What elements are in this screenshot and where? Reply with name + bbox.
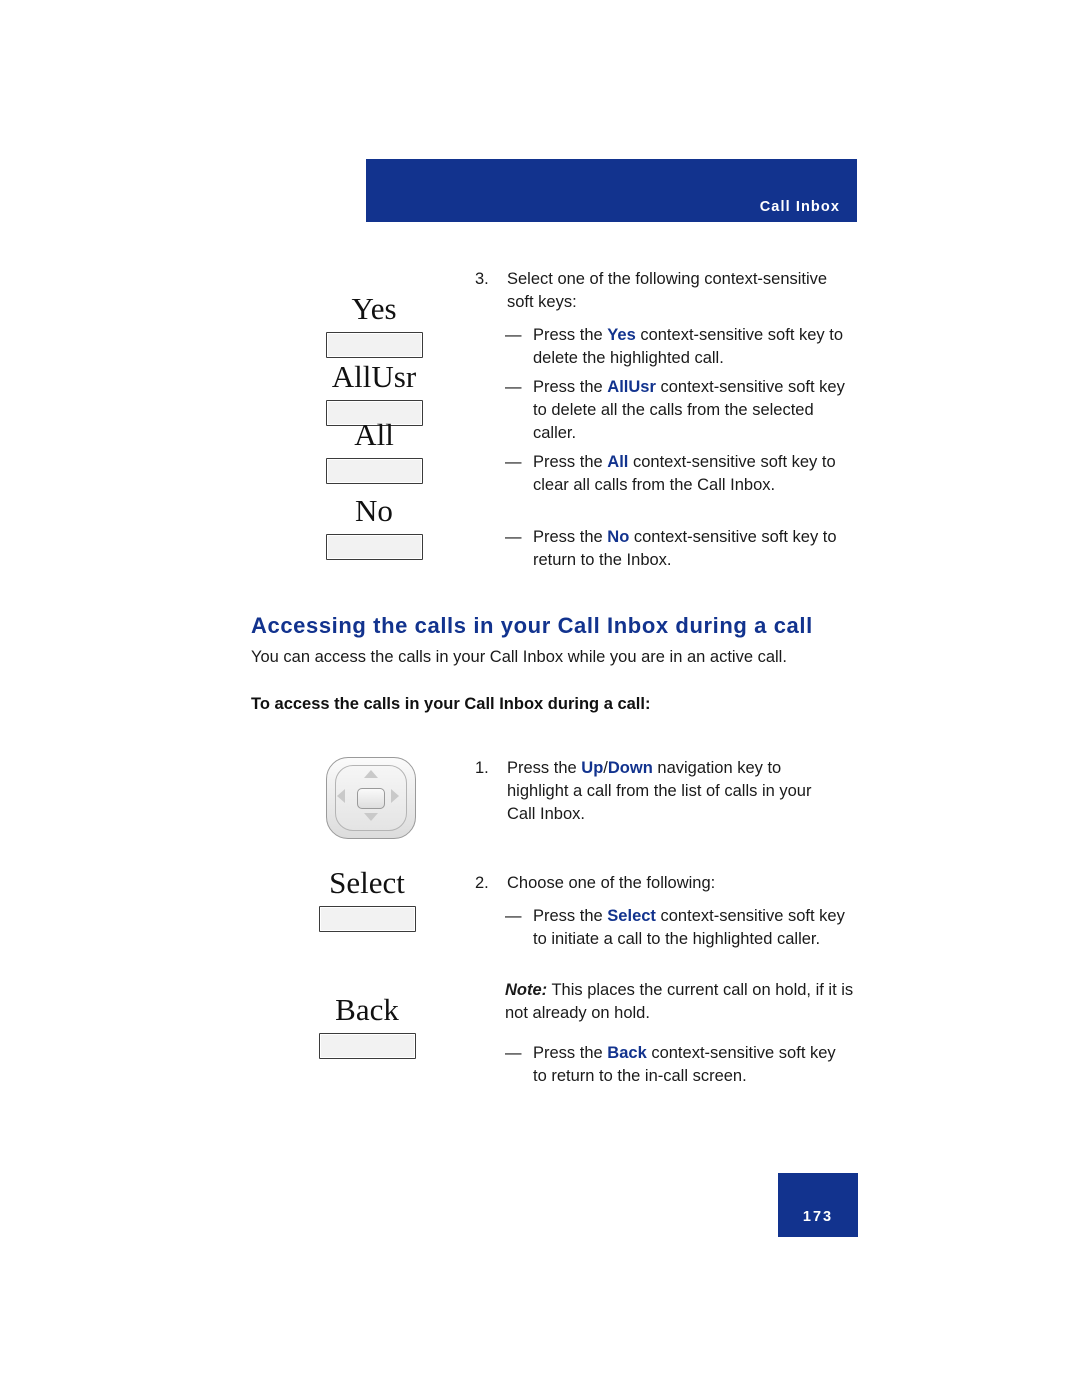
softkey-select-label: Select bbox=[329, 865, 405, 900]
bullet-dash: — bbox=[505, 528, 522, 546]
step-3-text: Select one of the following context-sens… bbox=[507, 270, 828, 312]
note-block: Note: This places the current call on ho… bbox=[505, 979, 855, 1025]
softkey-no-label: No bbox=[355, 493, 393, 528]
key-name: No bbox=[607, 528, 630, 546]
bullet-pre: Press the bbox=[533, 326, 608, 344]
key-down: Down bbox=[607, 759, 653, 777]
note-label: Note: bbox=[505, 981, 548, 999]
key-name: Yes bbox=[607, 326, 636, 344]
bullet-text: Press the AllUsr context-sensitive soft … bbox=[533, 376, 853, 445]
header-bar: Call Inbox bbox=[366, 159, 857, 222]
document-page: Call Inbox Yes AllUsr All No 3. Select o… bbox=[0, 0, 1080, 1397]
step-2-bullet-2: — Press the Back context-sensitive soft … bbox=[505, 1042, 865, 1088]
chevron-up-icon[interactable] bbox=[364, 770, 378, 778]
step-3-number: 3. bbox=[475, 270, 489, 288]
bullet-text: Press the All context-sensitive soft key… bbox=[533, 451, 853, 497]
bullet-text: Press the Select context-sensitive soft … bbox=[533, 905, 853, 951]
bullet-text: Press the No context-sensitive soft key … bbox=[533, 526, 853, 572]
softkey-yes-button[interactable] bbox=[325, 332, 423, 359]
softkey-no-button[interactable] bbox=[325, 534, 423, 561]
softkey-select: Select bbox=[243, 865, 491, 933]
softkey-all: All bbox=[250, 417, 498, 485]
softkey-back-label: Back bbox=[335, 992, 399, 1027]
bullet-pre: Press the bbox=[533, 528, 608, 546]
step-2: 2. Choose one of the following: bbox=[475, 872, 855, 895]
softkey-back: Back bbox=[243, 992, 491, 1060]
softkey-yes: Yes bbox=[250, 291, 498, 359]
softkey-select-button[interactable] bbox=[318, 906, 416, 933]
key-name: AllUsr bbox=[607, 378, 656, 396]
step-3-bullet-4: — Press the No context-sensitive soft ke… bbox=[505, 526, 865, 572]
bullet-pre: Press the bbox=[533, 907, 608, 925]
step-3-bullet-3: — Press the All context-sensitive soft k… bbox=[505, 451, 865, 497]
step-2-bullet-1: — Press the Select context-sensitive sof… bbox=[505, 905, 865, 951]
step-1-pre: Press the bbox=[507, 759, 582, 777]
chevron-right-icon[interactable] bbox=[391, 789, 399, 803]
note-text: This places the current call on hold, if… bbox=[505, 981, 854, 1023]
step-3-bullet-1: — Press the Yes context-sensitive soft k… bbox=[505, 324, 865, 370]
softkey-allusr-label: AllUsr bbox=[331, 359, 417, 394]
section-heading: Accessing the calls in your Call Inbox d… bbox=[251, 613, 813, 638]
header-title: Call Inbox bbox=[759, 199, 840, 215]
softkey-back-button[interactable] bbox=[318, 1033, 416, 1060]
bullet-dash: — bbox=[505, 453, 522, 471]
bullet-text: Press the Yes context-sensitive soft key… bbox=[533, 324, 853, 370]
navigation-key-graphic[interactable] bbox=[326, 757, 416, 839]
softkey-no: No bbox=[250, 493, 498, 561]
bullet-dash: — bbox=[505, 1044, 522, 1062]
bullet-dash: — bbox=[505, 326, 522, 344]
step-3: 3. Select one of the following context-s… bbox=[475, 268, 855, 314]
key-up: Up bbox=[581, 759, 604, 777]
step-1-number: 1. bbox=[475, 759, 489, 777]
bullet-dash: — bbox=[505, 907, 522, 925]
key-name: Back bbox=[607, 1044, 647, 1062]
key-name: All bbox=[607, 453, 629, 471]
key-name: Select bbox=[607, 907, 656, 925]
bullet-dash: — bbox=[505, 378, 522, 396]
step-2-text: Choose one of the following: bbox=[507, 874, 716, 892]
section-intro: You can access the calls in your Call In… bbox=[251, 648, 787, 666]
page-number-box: 173 bbox=[778, 1173, 858, 1237]
step-1: 1. Press the Up/Down navigation key to h… bbox=[475, 757, 855, 826]
navkey-center-button[interactable] bbox=[357, 788, 385, 809]
step-3-bullet-2: — Press the AllUsr context-sensitive sof… bbox=[505, 376, 865, 445]
bullet-text: Press the Back context-sensitive soft ke… bbox=[533, 1042, 853, 1088]
chevron-down-icon[interactable] bbox=[364, 813, 378, 821]
softkey-yes-label: Yes bbox=[351, 291, 397, 326]
bullet-pre: Press the bbox=[533, 1044, 608, 1062]
softkey-all-label: All bbox=[354, 417, 394, 452]
softkey-all-button[interactable] bbox=[325, 458, 423, 485]
chevron-left-icon[interactable] bbox=[337, 789, 345, 803]
page-number: 173 bbox=[802, 1209, 834, 1225]
section-subheading: To access the calls in your Call Inbox d… bbox=[251, 695, 651, 713]
step-1-text: Press the Up/Down navigation key to high… bbox=[507, 757, 837, 826]
bullet-pre: Press the bbox=[533, 453, 608, 471]
bullet-pre: Press the bbox=[533, 378, 608, 396]
